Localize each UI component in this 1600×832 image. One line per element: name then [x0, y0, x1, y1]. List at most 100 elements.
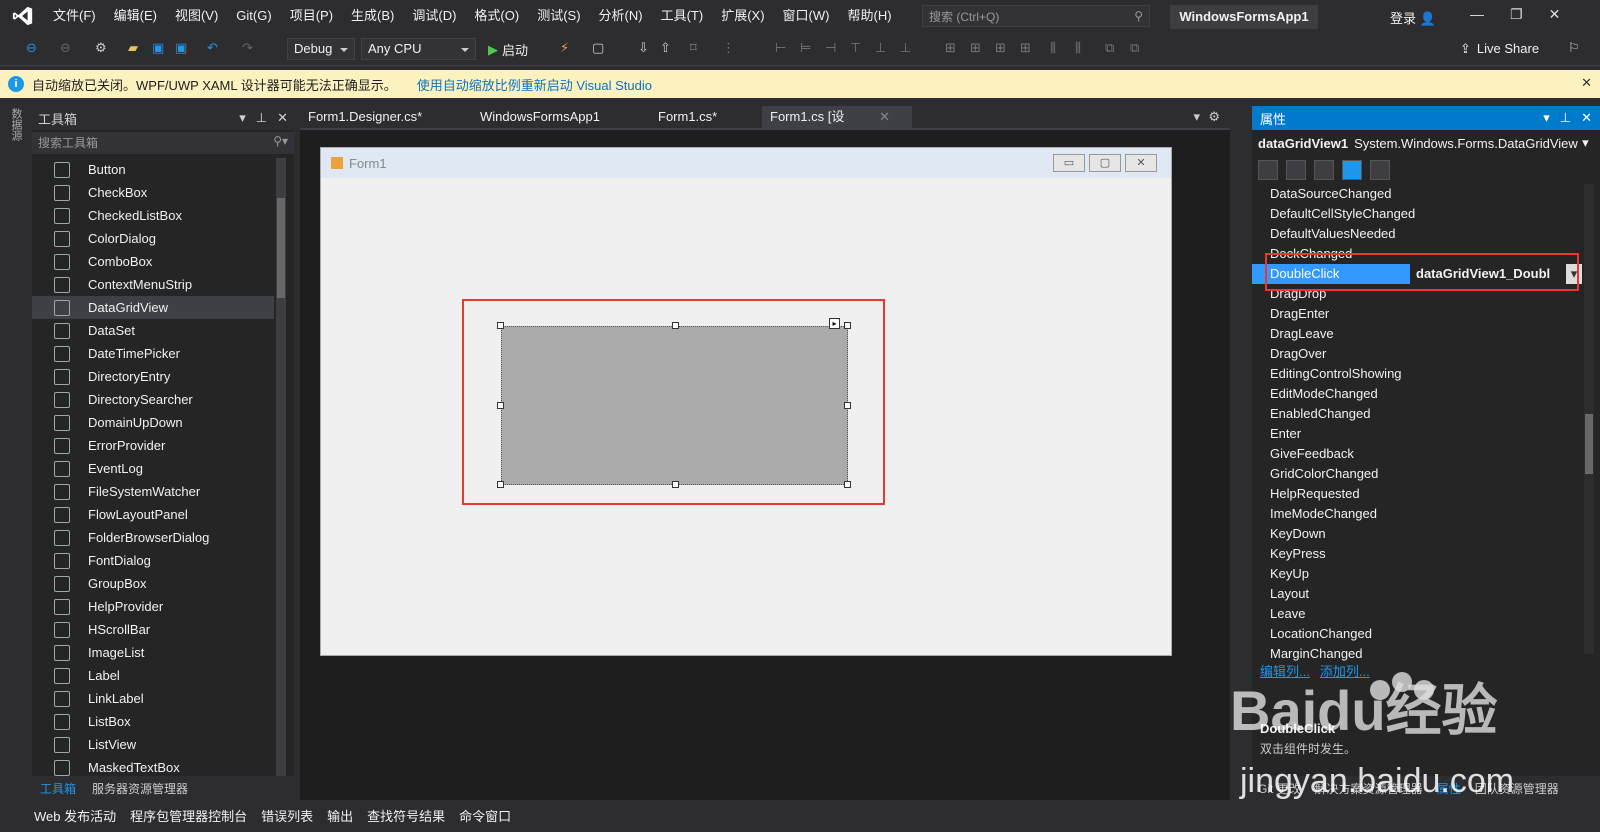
open-folder-icon[interactable]: ▰ [128, 40, 144, 56]
toolbox-search-input[interactable]: 搜索工具箱 ⚲▾ [32, 132, 294, 154]
menu-tools[interactable]: 工具(T) [652, 0, 713, 32]
property-row[interactable]: Leave [1252, 604, 1582, 624]
toolbox-item-filesystemwatcher[interactable]: FileSystemWatcher [32, 480, 274, 503]
categorized-icon[interactable] [1258, 160, 1278, 180]
vspace-icon[interactable]: ⫼ [1075, 40, 1091, 56]
toolbox-item-eventlog[interactable]: EventLog [32, 457, 274, 480]
resize-handle[interactable] [497, 322, 504, 329]
resize-handle[interactable] [672, 481, 679, 488]
close-icon[interactable]: ✕ [1549, 6, 1561, 23]
property-row[interactable]: DefaultCellStyleChanged [1252, 204, 1582, 224]
tab-overflow-icon[interactable]: ▾ [1193, 109, 1200, 125]
properties-view-icon[interactable] [1314, 160, 1334, 180]
resize-handle[interactable] [497, 481, 504, 488]
tab-toolbox[interactable]: 工具箱 [40, 780, 76, 797]
toolbox-item-fontdialog[interactable]: FontDialog [32, 549, 274, 572]
browser-icon[interactable]: ▢ [592, 40, 608, 56]
toolbox-item-listbox[interactable]: ListBox [32, 710, 274, 733]
scroll-thumb[interactable] [277, 198, 285, 298]
toolbox-item-label[interactable]: Label [32, 664, 274, 687]
resize-handle[interactable] [672, 322, 679, 329]
menu-test[interactable]: 测试(S) [528, 0, 589, 32]
resize-handle[interactable] [844, 402, 851, 409]
scroll-thumb[interactable] [1585, 414, 1593, 474]
live-share-button[interactable]: ⇪ Live Share [1460, 41, 1539, 57]
hspace-icon[interactable]: ⫼ [1050, 40, 1066, 56]
property-value[interactable] [1410, 304, 1582, 324]
align-center-icon[interactable]: ⊨ [800, 40, 816, 56]
align-middle-icon[interactable]: ⊥ [875, 40, 891, 56]
property-row[interactable]: GridColorChanged [1252, 464, 1582, 484]
platform-dropdown[interactable]: Any CPU [361, 38, 476, 60]
toolbox-item-button[interactable]: Button [32, 158, 274, 181]
forward-icon[interactable]: ⊖ [60, 40, 76, 56]
login-button[interactable]: 登录 👤 [1390, 8, 1436, 27]
datagridview-control[interactable] [501, 326, 848, 485]
new-project-icon[interactable]: ⚙ [95, 40, 111, 56]
same-size-icon[interactable]: ⊞ [995, 40, 1011, 56]
close-icon[interactable]: ✕ [879, 106, 890, 128]
toolbox-item-imagelist[interactable]: ImageList [32, 641, 274, 664]
dropdown-icon[interactable]: ▾ [1543, 110, 1550, 126]
restore-icon[interactable]: ❐ [1510, 6, 1523, 23]
menu-git[interactable]: Git(G) [227, 0, 280, 32]
start-button[interactable]: ▶ 启动 [488, 40, 528, 59]
menu-help[interactable]: 帮助(H) [838, 0, 900, 32]
property-value[interactable] [1410, 564, 1582, 584]
tab-error-list[interactable]: 错误列表 [261, 806, 313, 825]
property-row[interactable]: KeyPress [1252, 544, 1582, 564]
menu-format[interactable]: 格式(O) [465, 0, 528, 32]
smart-tag-icon[interactable]: ▸ [829, 318, 840, 329]
property-value[interactable] [1410, 224, 1582, 244]
toolbox-item-errorprovider[interactable]: ErrorProvider [32, 434, 274, 457]
align-left-icon[interactable]: ⊢ [775, 40, 791, 56]
property-row[interactable]: Enter [1252, 424, 1582, 444]
property-value[interactable] [1410, 504, 1582, 524]
toolbox-item-listview[interactable]: ListView [32, 733, 274, 756]
property-row[interactable]: DataSourceChanged [1252, 184, 1582, 204]
save-all-icon[interactable]: ▣ [175, 40, 191, 56]
toolbox-item-directoryentry[interactable]: DirectoryEntry [32, 365, 274, 388]
tab-form1-cs[interactable]: Form1.cs* [650, 106, 762, 128]
redo-icon[interactable]: ↷ [242, 40, 258, 56]
property-row[interactable]: GiveFeedback [1252, 444, 1582, 464]
same-height-icon[interactable]: ⊞ [970, 40, 986, 56]
resize-handle[interactable] [844, 481, 851, 488]
events-icon[interactable] [1342, 160, 1362, 180]
toolbox-item-folderbrowserdialog[interactable]: FolderBrowserDialog [32, 526, 274, 549]
tab-package-manager[interactable]: 程序包管理器控制台 [130, 806, 247, 825]
toolbox-item-linklabel[interactable]: LinkLabel [32, 687, 274, 710]
menu-view[interactable]: 视图(V) [166, 0, 227, 32]
save-icon[interactable]: ▣ [152, 40, 168, 56]
property-value[interactable] [1410, 604, 1582, 624]
dropdown-icon[interactable]: ▾ [239, 110, 246, 126]
property-row[interactable]: DragOver [1252, 344, 1582, 364]
property-value[interactable] [1410, 324, 1582, 344]
config-dropdown[interactable]: Debug [287, 38, 355, 60]
property-value[interactable] [1410, 364, 1582, 384]
menu-build[interactable]: 生成(B) [342, 0, 403, 32]
toolbox-scrollbar[interactable] [276, 158, 286, 778]
data-sources-tab[interactable]: 数据源 [8, 108, 24, 141]
property-row[interactable]: DragEnter [1252, 304, 1582, 324]
bookmark-icon[interactable]: ⌑ [690, 40, 706, 56]
close-icon[interactable]: ✕ [1581, 110, 1592, 126]
property-value[interactable] [1410, 524, 1582, 544]
tab-server-explorer[interactable]: 服务器资源管理器 [92, 780, 188, 797]
toolbox-item-colordialog[interactable]: ColorDialog [32, 227, 274, 250]
pin-icon[interactable]: ⊥ [256, 110, 267, 126]
menu-analyze[interactable]: 分析(N) [590, 0, 652, 32]
bring-front-icon[interactable]: ⧉ [1105, 40, 1121, 56]
menu-debug[interactable]: 调试(D) [403, 0, 465, 32]
property-row[interactable]: Layout [1252, 584, 1582, 604]
menu-file[interactable]: 文件(F) [44, 0, 105, 32]
property-row[interactable]: DragLeave [1252, 324, 1582, 344]
hot-reload-icon[interactable]: ⚡ [560, 40, 576, 56]
property-value[interactable] [1410, 184, 1582, 204]
download-icon[interactable]: ⇩ [638, 40, 654, 56]
align-bottom-icon[interactable]: ⊥ [900, 40, 916, 56]
toolbox-item-combobox[interactable]: ComboBox [32, 250, 274, 273]
property-row[interactable]: LocationChanged [1252, 624, 1582, 644]
align-right-icon[interactable]: ⊣ [825, 40, 841, 56]
property-row[interactable]: EditingControlShowing [1252, 364, 1582, 384]
